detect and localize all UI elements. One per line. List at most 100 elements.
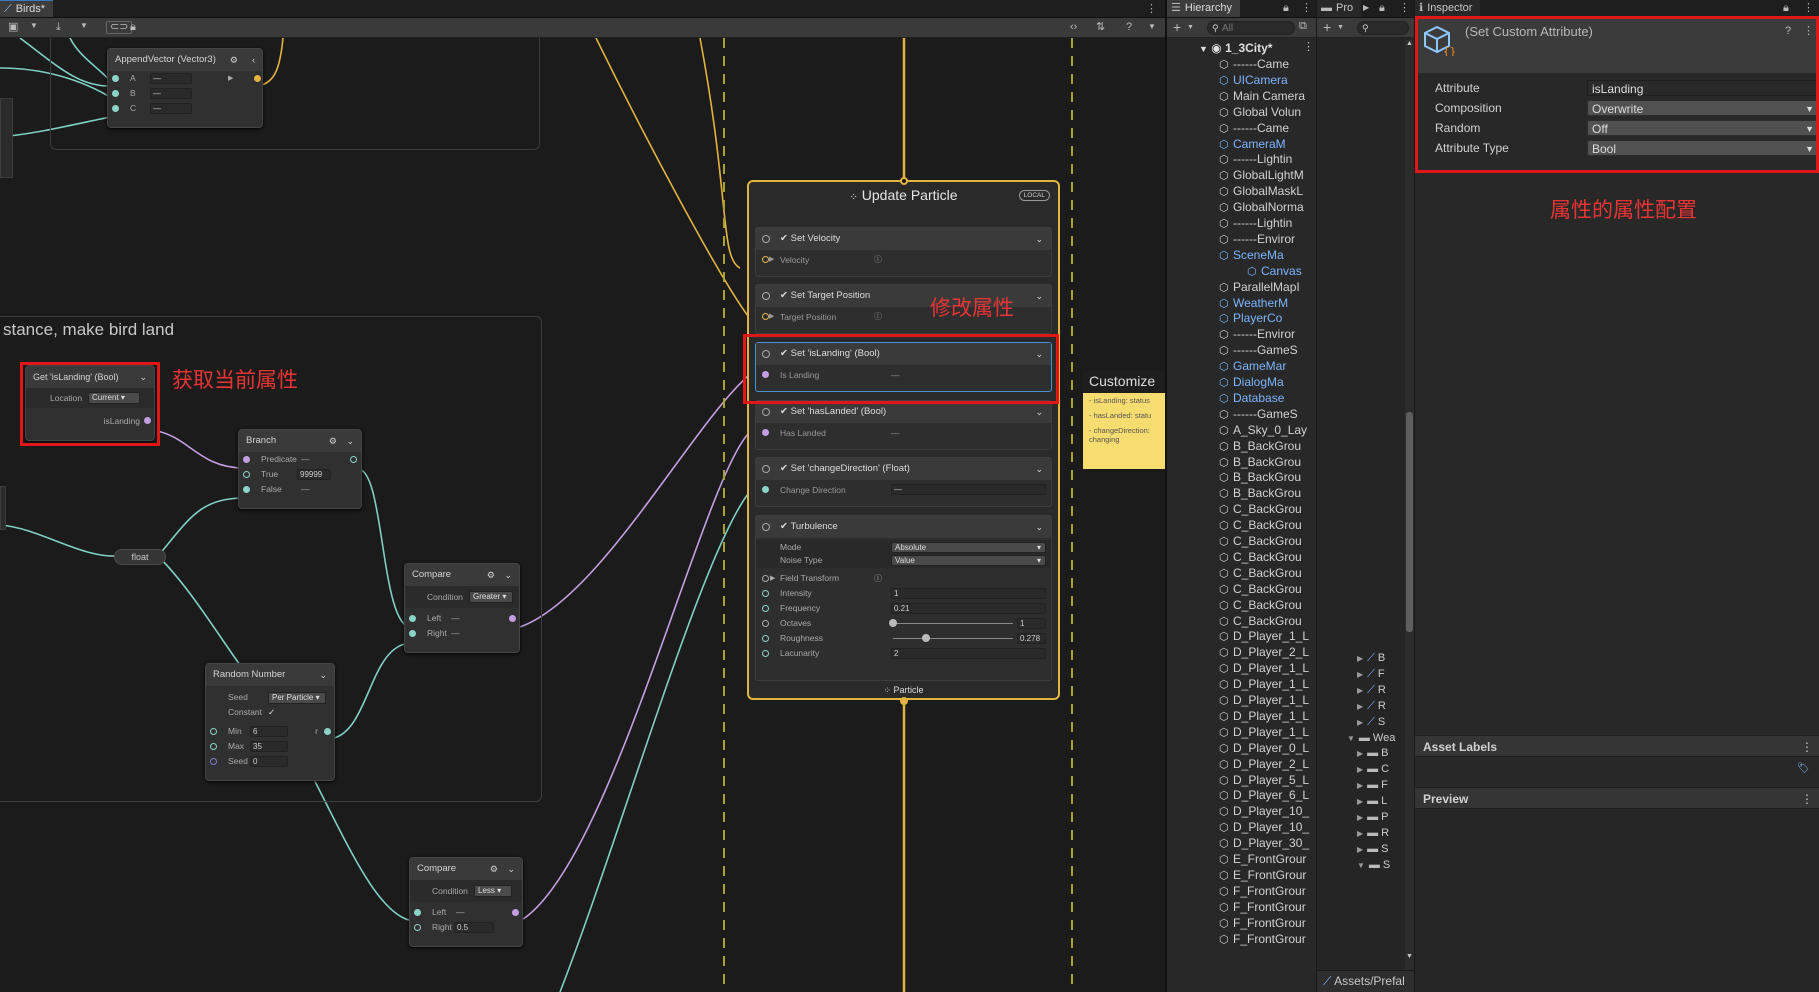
chevron-down-icon[interactable]: ⌄: [1035, 458, 1043, 480]
random-number-node[interactable]: Random Number ⌄ Seed Per Particle ▾ Consta…: [205, 663, 335, 781]
chevron-down-icon[interactable]: ⌄: [319, 664, 327, 686]
seed-dropdown[interactable]: Per Particle ▾: [268, 692, 326, 704]
frequency-port[interactable]: [762, 605, 769, 612]
hierarchy-item[interactable]: ⬡ E_FrontGrour: [1219, 851, 1316, 867]
hierarchy-item[interactable]: ⬡ Main Camera: [1219, 88, 1316, 104]
project-item[interactable]: ▶ ▬ F: [1357, 777, 1388, 793]
hierarchy-item[interactable]: ⬡ GlobalMaskL: [1219, 183, 1316, 199]
left-port[interactable]: [409, 615, 416, 622]
asset-labels-header[interactable]: Asset Labels ⋮: [1415, 735, 1819, 757]
octaves-slider-thumb[interactable]: [889, 619, 897, 627]
hierarchy-item[interactable]: ⬡ F_FrontGrour: [1219, 915, 1316, 931]
port-a-field[interactable]: —: [150, 73, 192, 84]
more-icon[interactable]: ⋮: [1399, 3, 1410, 14]
hierarchy-item[interactable]: ▶⬡UICamera: [1219, 72, 1316, 88]
port-c-field[interactable]: —: [150, 103, 192, 114]
update-particle-context[interactable]: ⁘ Update Particle LOCAL ✔ Set Velocity ⌄ …: [747, 180, 1060, 700]
hierarchy-item[interactable]: ⬡ D_Player_6_L: [1219, 787, 1316, 803]
haslanded-port[interactable]: [762, 429, 769, 436]
project-item[interactable]: ▶ ▬ S: [1357, 841, 1389, 857]
hierarchy-item[interactable]: ⬡ F_FrontGrour: [1219, 883, 1316, 899]
changedirection-port[interactable]: [762, 486, 769, 493]
right-port[interactable]: [409, 630, 416, 637]
scroll-down-icon[interactable]: ▼: [1406, 953, 1413, 960]
hierarchy-item[interactable]: ⬡ B_BackGrou: [1219, 485, 1316, 501]
seed2-field[interactable]: 0: [250, 756, 288, 767]
hierarchy-item[interactable]: ⬡ ------Enviror: [1219, 231, 1316, 247]
chevron-down-icon[interactable]: ▼: [1187, 24, 1194, 31]
hierarchy-item[interactable]: ⬡ C_BackGrou: [1219, 517, 1316, 533]
checkbox-icon[interactable]: ✔: [780, 463, 788, 474]
roughness-slider-thumb[interactable]: [922, 634, 931, 642]
chevron-down-icon[interactable]: ⌄: [1035, 401, 1043, 423]
checkmark-icon[interactable]: ✓: [268, 705, 275, 720]
hierarchy-item[interactable]: ⬡ D_Player_1_L: [1219, 692, 1316, 708]
checkbox-icon[interactable]: ✔: [780, 521, 788, 532]
sticky-note[interactable]: Customize - isLanding: status - hasLande…: [1083, 371, 1165, 469]
hierarchy-item[interactable]: ⬡ C_BackGrou: [1219, 613, 1316, 629]
plus-icon[interactable]: +: [1173, 20, 1181, 34]
hierarchy-item[interactable]: ⬡ D_Player_5_L: [1219, 772, 1316, 788]
tab-hierarchy[interactable]: ☰ Hierarchy: [1167, 0, 1240, 17]
block-set-velocity[interactable]: ✔ Set Velocity ⌄ ▶ Velocity ⓛ: [755, 227, 1052, 277]
tag-icon[interactable]: 🏷︎: [1797, 763, 1810, 774]
hierarchy-item[interactable]: ⬡ D_Player_2_L: [1219, 756, 1316, 772]
condition2-dropdown[interactable]: Less ▾: [474, 885, 512, 897]
velocity-port[interactable]: [762, 256, 769, 263]
project-item[interactable]: ▶ ▬ B: [1357, 745, 1389, 761]
project-item[interactable]: ▼ ▬ S: [1357, 857, 1390, 873]
left2-port[interactable]: [414, 909, 421, 916]
octaves-field[interactable]: 1: [1017, 618, 1046, 629]
hierarchy-item[interactable]: ⬡ E_FrontGrour: [1219, 867, 1316, 883]
flow-in-port[interactable]: [900, 177, 908, 185]
block-port-icon[interactable]: [762, 408, 770, 416]
project-item[interactable]: ▶ ▬ P: [1357, 809, 1389, 825]
compare-node-1[interactable]: Compare ⚙︎ ⌄ Condition Greater ▾ Left — Righ…: [404, 563, 520, 653]
chevron-down-icon[interactable]: ⌄: [1035, 285, 1043, 307]
intensity-port[interactable]: [762, 590, 769, 597]
hierarchy-item[interactable]: ⬡ ------Came: [1219, 120, 1316, 136]
sliders-icon[interactable]: ⇅: [1096, 22, 1105, 33]
help-icon[interactable]: ?: [1126, 22, 1132, 33]
chevron-right-icon[interactable]: ▶: [1357, 670, 1363, 679]
preview-header[interactable]: Preview ⋮: [1415, 787, 1819, 809]
expand-icon[interactable]: ▶: [769, 250, 774, 270]
hierarchy-item[interactable]: ⬡ B_BackGrou: [1219, 469, 1316, 485]
port-c[interactable]: [112, 105, 119, 112]
compare2-output-port[interactable]: [512, 909, 519, 916]
hierarchy-item[interactable]: ⬡ ------Lightin: [1219, 215, 1316, 231]
hierarchy-item[interactable]: ⬡ D_Player_10_: [1219, 819, 1316, 835]
chevron-down-icon[interactable]: ▼: [1347, 734, 1355, 743]
hierarchy-item[interactable]: ⬡ C_BackGrou: [1219, 549, 1316, 565]
block-port-icon[interactable]: [762, 523, 770, 531]
compare1-output-port[interactable]: [509, 615, 516, 622]
true-port[interactable]: [243, 471, 250, 478]
hierarchy-item[interactable]: ⬡ Database: [1219, 390, 1316, 406]
haslanded-value[interactable]: —: [891, 423, 900, 443]
append-vector-node[interactable]: AppendVector (Vector3) ⚙︎ ‹ A — ▶ B — C —: [107, 48, 263, 128]
chevron-down-icon[interactable]: ⌄: [504, 564, 512, 586]
intensity-field[interactable]: 1: [891, 588, 1046, 599]
expand-icon[interactable]: ▶: [769, 307, 774, 327]
chevron-right-icon[interactable]: ▶: [1357, 686, 1363, 695]
hierarchy-item[interactable]: ▼⬡SceneMa: [1219, 247, 1316, 263]
roughness-field[interactable]: 0.278: [1017, 633, 1046, 644]
hierarchy-item[interactable]: ⬡ D_Player_1_L: [1219, 676, 1316, 692]
hierarchy-item[interactable]: ⬡ C_BackGrou: [1219, 597, 1316, 613]
hierarchy-item[interactable]: ⬡ B_BackGrou: [1219, 438, 1316, 454]
hierarchy-item[interactable]: ⬡ GlobalLightM: [1219, 167, 1316, 183]
noise-type-dropdown[interactable]: Value ▾: [891, 555, 1046, 566]
project-item[interactable]: ▶ ⟋ B: [1357, 650, 1385, 666]
port-b-field[interactable]: —: [150, 88, 192, 99]
true-field[interactable]: 99999: [297, 469, 331, 480]
changedirection-field[interactable]: —: [891, 484, 1046, 495]
more-icon[interactable]: ⋮: [1801, 788, 1813, 810]
checkbox-icon[interactable]: ✔: [780, 290, 788, 301]
max-field[interactable]: 35: [250, 741, 288, 752]
project-item[interactable]: ▼ ▬ Wea: [1347, 730, 1395, 746]
checkbox-icon[interactable]: ✔: [780, 233, 788, 244]
mode-dropdown[interactable]: Absolute ▾: [891, 542, 1046, 553]
collapse-icon[interactable]: ‹: [252, 49, 255, 71]
chevron-down-icon[interactable]: ▼: [1357, 861, 1365, 870]
save-icon[interactable]: ▣: [8, 22, 18, 33]
